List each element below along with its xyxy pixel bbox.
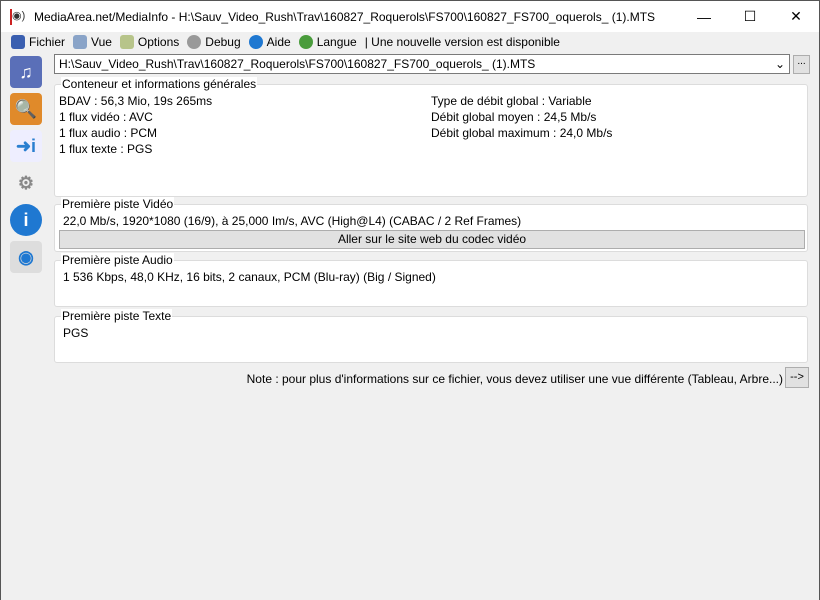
title-bar: ◉) MediaArea.net/MediaInfo - H:\Sauv_Vid… <box>1 1 819 32</box>
info-line: BDAV : 56,3 Mio, 19s 265ms <box>59 94 213 108</box>
info-line: Type de débit global : Variable <box>431 94 592 108</box>
debug-icon <box>187 35 202 49</box>
info-line: 1 flux audio : PCM <box>59 126 158 140</box>
menu-vue[interactable]: Vue <box>73 35 112 49</box>
open-folder-icon[interactable]: 🔍 <box>10 93 42 125</box>
open-file-icon[interactable]: ♫ <box>10 56 42 88</box>
about-icon[interactable]: i <box>10 204 42 236</box>
video-group: Première piste Vidéo 22,0 Mb/s, 1920*108… <box>54 197 808 252</box>
file-select[interactable]: H:\Sauv_Video_Rush\Trav\160827_Roquerols… <box>54 54 790 74</box>
close-button[interactable]: ✕ <box>773 1 819 32</box>
menu-langue[interactable]: Langue <box>298 35 357 49</box>
general-group: Conteneur et informations générales BDAV… <box>54 77 808 197</box>
minimize-button[interactable]: — <box>681 1 727 32</box>
menu-label: Debug <box>205 35 241 49</box>
text-info: PGS <box>63 326 89 340</box>
maximize-button[interactable]: ☐ <box>727 1 773 32</box>
update-notice[interactable]: | Une nouvelle version est disponible <box>365 35 560 49</box>
text-group: Première piste Texte PGS <box>54 309 808 363</box>
view-icon <box>73 35 88 49</box>
codec-website-button[interactable]: Aller sur le site web du codec vidéo <box>59 230 805 249</box>
window-title: MediaArea.net/MediaInfo - H:\Sauv_Video_… <box>34 9 656 24</box>
web-icon[interactable]: ◉ <box>10 241 42 273</box>
help-icon <box>248 35 263 49</box>
menu-bar: Fichier Vue Options Debug Aide Langue | … <box>1 32 819 52</box>
preferences-icon[interactable]: ⚙ <box>10 167 42 199</box>
options-icon <box>119 35 134 49</box>
menu-options[interactable]: Options <box>119 35 180 49</box>
note-text: Note : pour plus d'informations sur ce f… <box>246 372 783 386</box>
menu-debug[interactable]: Debug <box>187 35 241 49</box>
menu-aide[interactable]: Aide <box>248 35 291 49</box>
sidebar: ♫ 🔍 ➜i ⚙ i ◉ <box>1 52 51 600</box>
group-legend: Première piste Vidéo <box>61 197 175 211</box>
info-line: 1 flux vidéo : AVC <box>59 110 153 124</box>
audio-info: 1 536 Kbps, 48,0 KHz, 16 bits, 2 canaux,… <box>63 270 436 284</box>
chevron-down-icon[interactable]: ⌄ <box>775 57 785 71</box>
app-logo-icon: ◉) <box>10 8 28 25</box>
menu-label: Langue <box>316 35 357 49</box>
video-info: 22,0 Mb/s, 1920*1080 (16/9), à 25,000 Im… <box>63 214 522 228</box>
file-icon <box>11 35 25 49</box>
change-view-button[interactable]: --> <box>785 367 809 388</box>
info-line: Débit global maximum : 24,0 Mb/s <box>431 126 613 140</box>
browse-button[interactable]: ... <box>793 55 810 74</box>
menu-label: Fichier <box>29 35 66 49</box>
menu-label: Aide <box>266 35 291 49</box>
info-line: 1 flux texte : PGS <box>59 142 153 156</box>
menu-label: Vue <box>91 35 112 49</box>
group-legend: Première piste Texte <box>61 309 173 323</box>
menu-fichier[interactable]: Fichier <box>11 35 65 49</box>
audio-group: Première piste Audio 1 536 Kbps, 48,0 KH… <box>54 253 808 307</box>
group-legend: Première piste Audio <box>61 253 174 267</box>
globe-icon <box>298 35 313 49</box>
info-line: Débit global moyen : 24,5 Mb/s <box>431 110 597 124</box>
file-path: H:\Sauv_Video_Rush\Trav\160827_Roquerols… <box>59 57 536 71</box>
menu-label: Options <box>137 35 180 49</box>
group-legend: Conteneur et informations générales <box>61 77 258 91</box>
export-icon[interactable]: ➜i <box>10 130 42 162</box>
main-panel: H:\Sauv_Video_Rush\Trav\160827_Roquerols… <box>51 52 819 600</box>
